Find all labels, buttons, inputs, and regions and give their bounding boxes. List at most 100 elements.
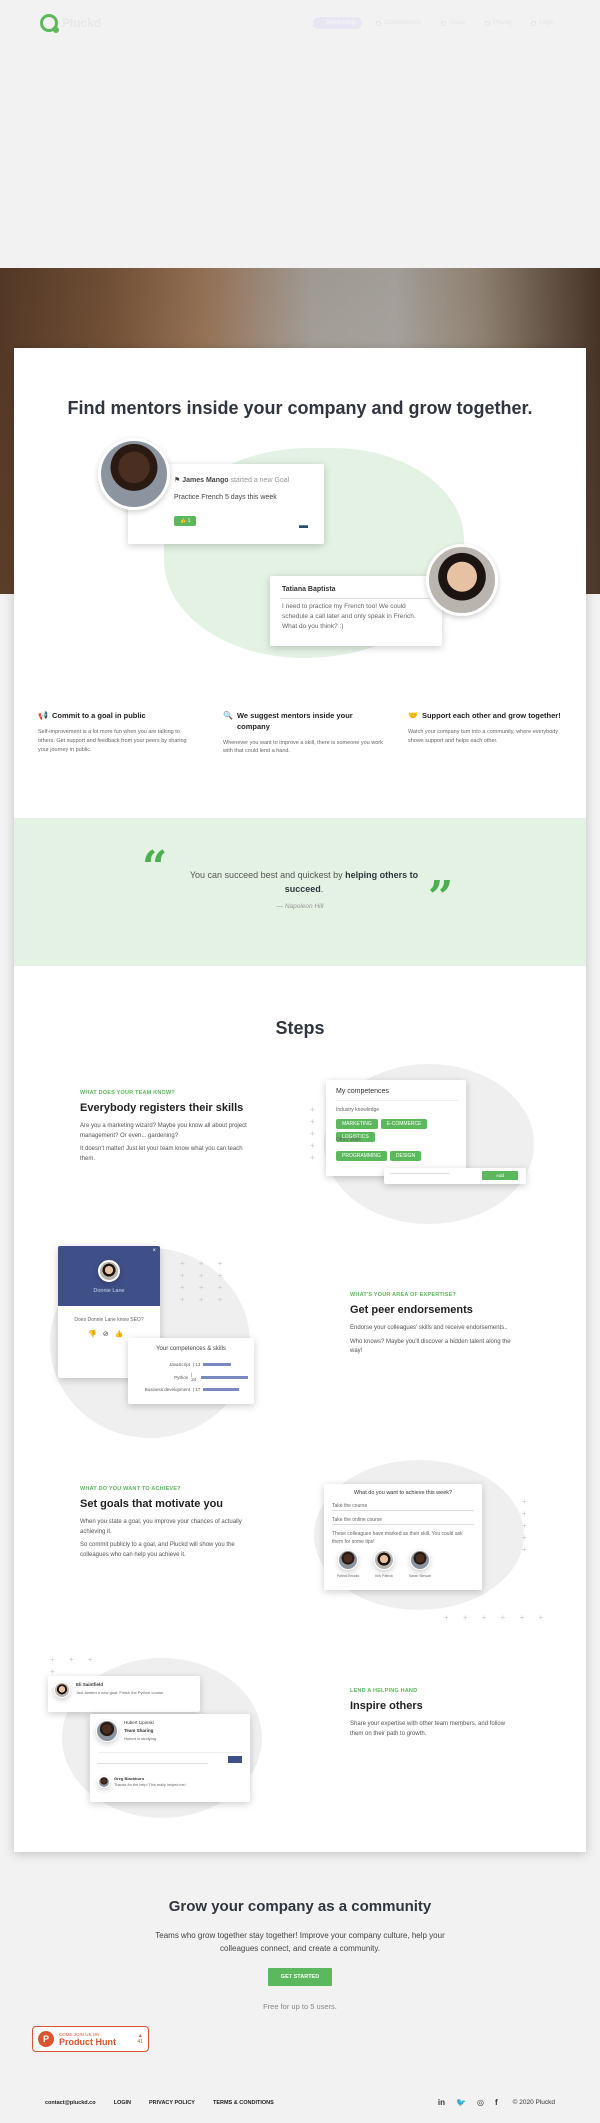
send-button[interactable] xyxy=(228,1756,242,1763)
goal-form-card: What do you want to achieve this week? T… xyxy=(324,1484,482,1590)
goal-text: Practice French 5 days this week xyxy=(174,494,277,501)
terms-link[interactable]: TERMS & CONDITIONS xyxy=(213,2100,274,2106)
skill-count: | 17 xyxy=(193,1387,201,1392)
decoration-pattern: + + + + + + xyxy=(444,1613,550,1622)
comment-icon[interactable]: ▬ xyxy=(299,520,308,530)
step-3: WHAT DO YOU WANT TO ACHIEVE? Set goals t… xyxy=(80,1486,242,1558)
skill-row: Business development | 17 xyxy=(134,1387,248,1392)
nav-item-login[interactable]: Login xyxy=(525,17,560,29)
step-2: WHAT'S YOUR AREA OF EXPERTISE? Get peer … xyxy=(350,1292,511,1355)
decoration-pattern: + + + + + xyxy=(522,1497,533,1554)
nav-item-pricing[interactable]: Pricing xyxy=(479,17,517,29)
skill-bars: JavaScript | 13 Python | 24 Business develop… xyxy=(134,1362,248,1397)
social-links: in 🐦 ◎ f © 2020 Pluckd xyxy=(438,2098,555,2107)
add-button[interactable]: Add xyxy=(482,1171,518,1180)
main-card: Find mentors inside your company and gro… xyxy=(14,348,586,1852)
skill-input[interactable] xyxy=(390,1173,450,1174)
decoration-pattern: + + + + + + + + + + + + xyxy=(180,1259,229,1304)
goals-icon xyxy=(441,20,447,26)
footer-login-link[interactable]: LOGIN xyxy=(114,2100,131,2106)
mentorship-icon xyxy=(318,20,324,26)
skill-name: Python xyxy=(174,1374,189,1380)
thumbs-up-icon[interactable]: 👍 xyxy=(115,1330,124,1338)
logo-icon xyxy=(40,14,59,33)
goal-input[interactable]: Take the course xyxy=(332,1502,474,1511)
producthunt-badge[interactable]: P COME JOIN US ON Product Hunt ▲ 41 xyxy=(32,2026,149,2052)
quote-author: — Napoleon Hill xyxy=(276,903,324,910)
skills-panel: Your competences & skills JavaScript | 13… xyxy=(128,1338,254,1404)
facebook-icon[interactable]: f xyxy=(495,2098,498,2107)
login-icon xyxy=(531,20,537,26)
avatar[interactable] xyxy=(374,1550,394,1570)
skill-row: JavaScript | 13 xyxy=(134,1362,248,1367)
step-4: LEND A HELPING HAND Inspire others Share… xyxy=(350,1688,506,1737)
skill-bar xyxy=(203,1388,240,1391)
skill-bar xyxy=(203,1363,232,1366)
like-button[interactable]: 👍 1 xyxy=(174,516,197,526)
divider xyxy=(280,598,430,599)
feature-item: 📢 Commit to a goal in public Self-improve… xyxy=(38,711,187,753)
contact-email-link[interactable]: contact@pluckd.co xyxy=(45,2100,96,2106)
footer: contact@pluckd.co LOGIN PRIVACY POLICY T… xyxy=(45,2098,555,2107)
avatar xyxy=(96,1720,118,1742)
pricing-icon xyxy=(484,20,490,26)
features: 📢 Commit to a goal in public Self-improve… xyxy=(38,710,568,756)
nav-item-mentorship[interactable]: Mentorship xyxy=(312,17,363,29)
reply-author: Tatiana Baptista xyxy=(282,586,336,593)
avatar[interactable] xyxy=(410,1550,430,1570)
flag-icon: ⚑ xyxy=(174,477,181,484)
skill-count: | 24 xyxy=(191,1372,197,1382)
producthunt-icon: P xyxy=(38,2031,54,2047)
avatar xyxy=(98,1260,120,1282)
page-title: Find mentors inside your company and gro… xyxy=(67,398,533,418)
open-quote-icon: “ xyxy=(142,842,168,893)
goal-author: James Mango xyxy=(182,477,229,484)
skill-name: Business development xyxy=(144,1387,190,1392)
feed-post: Eli Saintfield Just started a new goal: … xyxy=(48,1676,200,1712)
goal-input[interactable]: Take the online course xyxy=(332,1516,474,1525)
get-started-button[interactable]: GET STARTED xyxy=(268,1968,332,1986)
avatar xyxy=(98,438,170,510)
thumbs-down-icon[interactable]: 👎 xyxy=(88,1330,97,1338)
feature-item: 🤝 Support each other and grow together! W… xyxy=(408,711,561,744)
nav-item-goals[interactable]: Goals xyxy=(435,17,471,29)
quote-text: You can succeed best and quickest by hel… xyxy=(189,870,419,895)
logo[interactable]: Pluckd xyxy=(40,14,102,33)
community-subtitle: Teams who grow together stay together! I… xyxy=(155,1931,445,1953)
reply-message: I need to practice my French too! We cou… xyxy=(282,603,416,630)
reply-card: Tatiana Baptista I need to practice my F… xyxy=(270,576,442,646)
instagram-icon[interactable]: ◎ xyxy=(477,2098,484,2107)
magnifier-icon: 🔍 xyxy=(223,711,233,720)
feed-post: Hubert Lipinski Team Sharing Hubert is s… xyxy=(90,1714,250,1802)
close-icon[interactable]: × xyxy=(152,1248,156,1254)
linkedin-icon[interactable]: in xyxy=(438,2098,445,2107)
nav-item-competences[interactable]: Competences xyxy=(370,17,427,29)
feature-item: 🔍 We suggest mentors inside your company … xyxy=(223,711,383,755)
handshake-icon: 🤝 xyxy=(408,711,418,720)
skill-bar xyxy=(201,1375,248,1379)
competences-card: My competences Industry knowledge MARKET… xyxy=(326,1080,466,1176)
pricing-note: Free for up to 5 users. xyxy=(263,2002,337,2011)
privacy-policy-link[interactable]: PRIVACY POLICY xyxy=(149,2100,195,2106)
dont-know-icon[interactable]: ⊘ xyxy=(103,1330,109,1338)
competences-icon xyxy=(376,20,382,26)
community-title: Grow your company as a community xyxy=(168,1898,432,1915)
avatar xyxy=(426,544,498,616)
twitter-icon[interactable]: 🐦 xyxy=(456,2098,466,2107)
step-1: WHAT DOES YOUR TEAM KNOW? Everybody regi… xyxy=(80,1090,247,1162)
goal-action: started a new Goal xyxy=(230,477,290,484)
skill-name: JavaScript xyxy=(168,1362,190,1367)
avatar xyxy=(98,1776,110,1788)
logo-text: Pluckd xyxy=(62,16,102,30)
quote-section: “ ” You can succeed best and quickest by… xyxy=(14,818,586,966)
copyright: © 2020 Pluckd xyxy=(512,2099,555,2106)
megaphone-icon: 📢 xyxy=(38,711,48,720)
comment-input[interactable] xyxy=(98,1758,208,1764)
nav-menu: Mentorship Competences Goals Pricing Log… xyxy=(312,17,560,29)
avatar xyxy=(54,1682,70,1698)
avatar[interactable] xyxy=(338,1550,358,1570)
steps-title: Steps xyxy=(275,1018,325,1038)
top-nav: Pluckd Mentorship Competences Goals Pric… xyxy=(0,0,600,46)
skill-row: Python | 24 xyxy=(134,1372,248,1382)
add-skill-bar: Add xyxy=(384,1168,526,1184)
